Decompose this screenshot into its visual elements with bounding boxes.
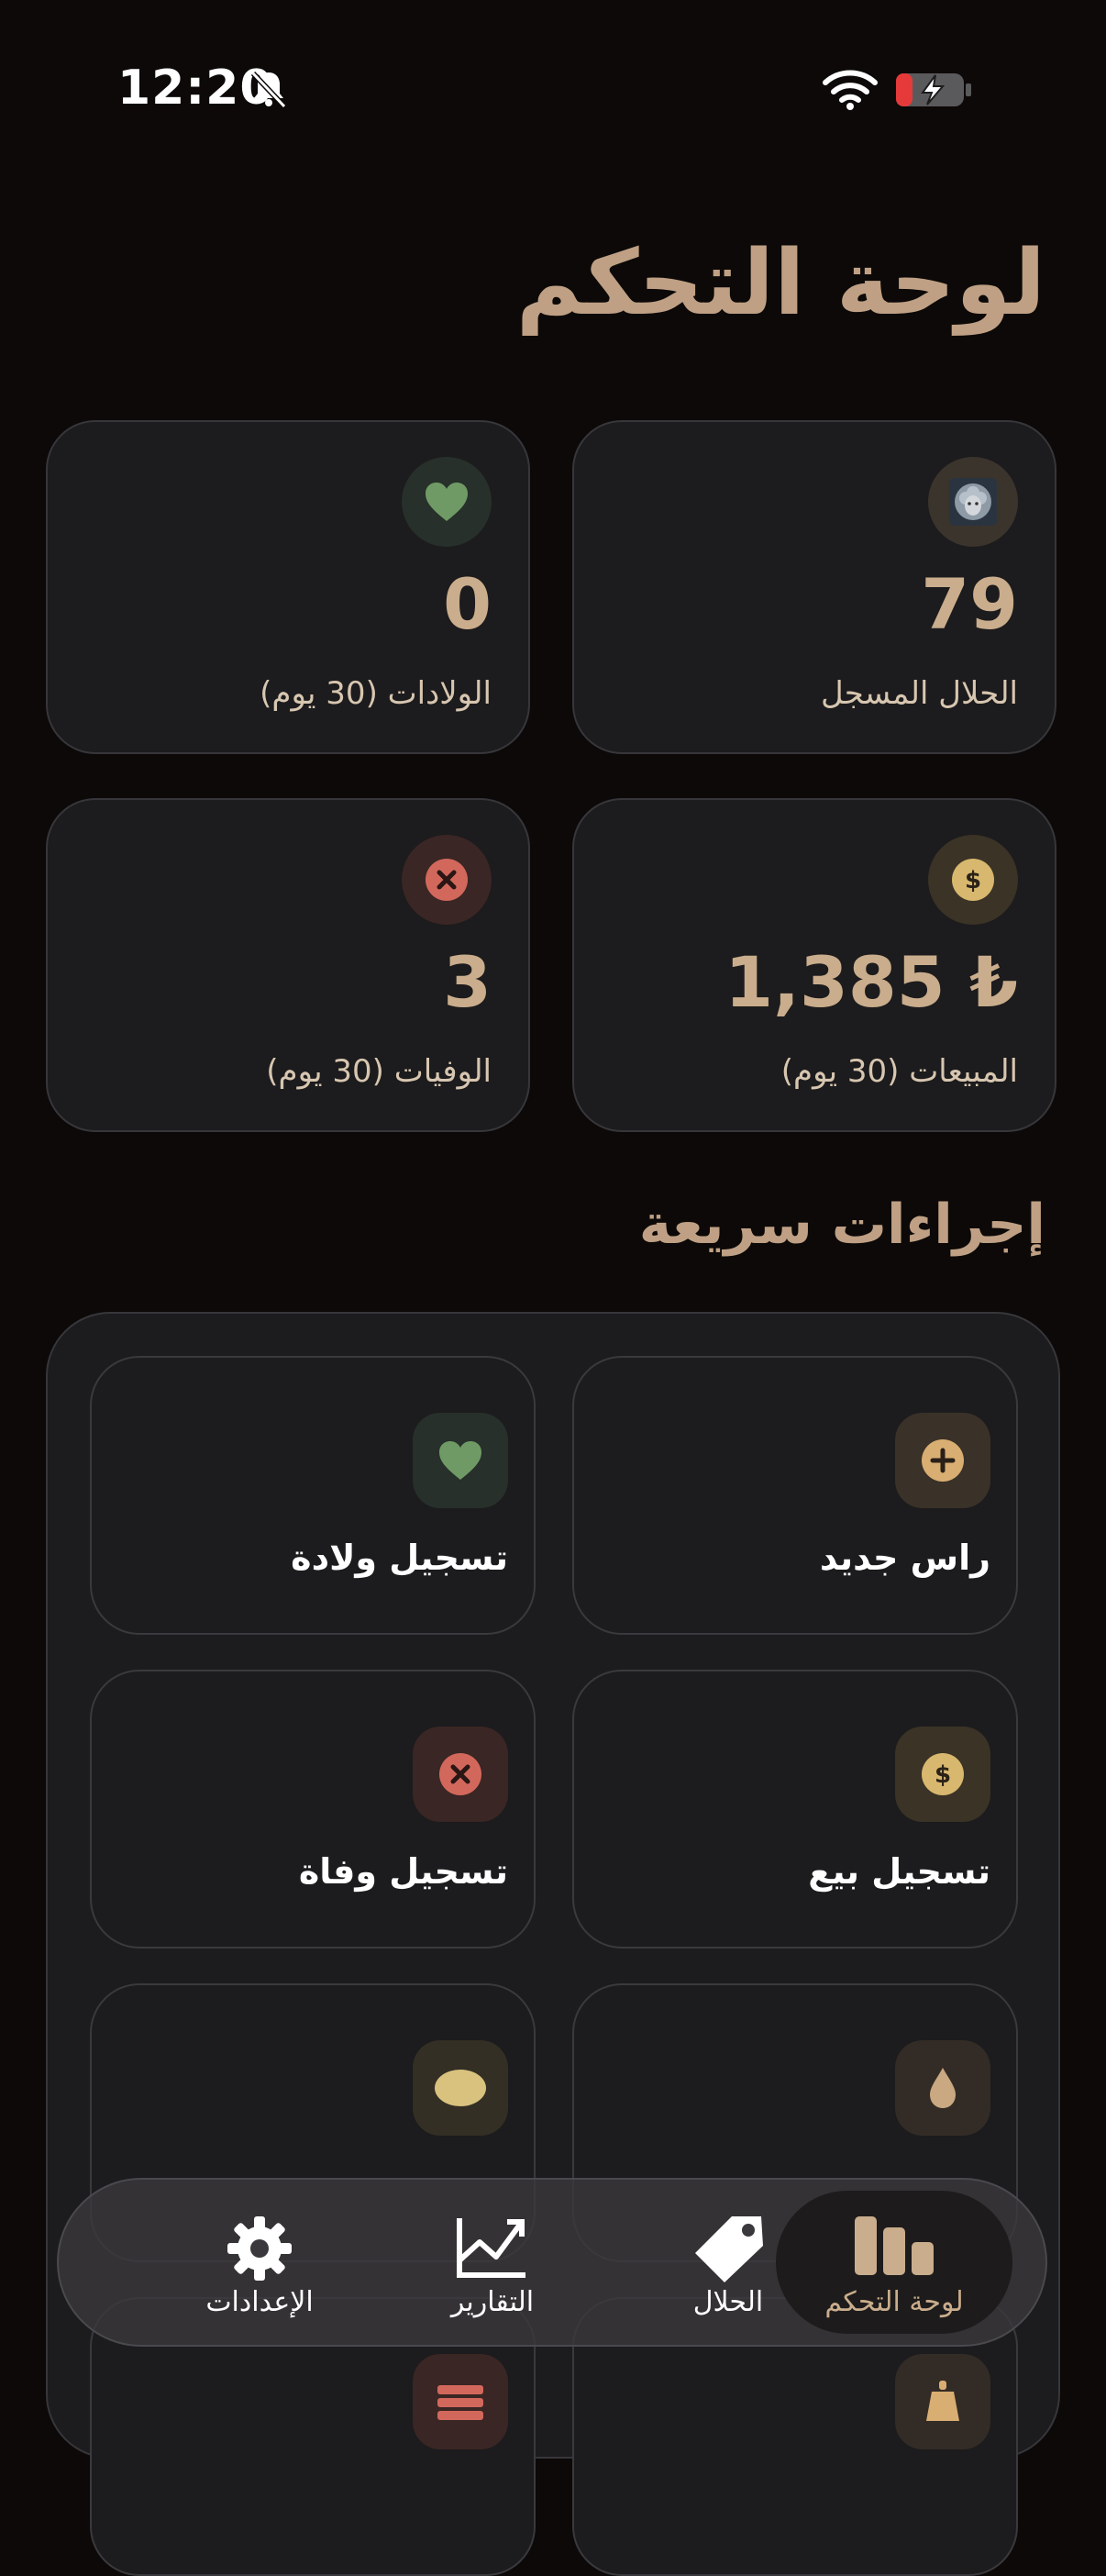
status-bar: 12:20: [0, 0, 1106, 183]
action-new-head-button[interactable]: راس جديد: [572, 1356, 1018, 1635]
heart-icon: [402, 457, 492, 547]
battery-charging-icon: [896, 73, 971, 106]
dashboard-icon: [855, 2216, 934, 2275]
ellipse-icon: [413, 2040, 508, 2136]
stat-value: 3: [443, 941, 492, 1023]
stat-label: الوفيات (30 يوم): [266, 1053, 492, 1090]
drop-icon: [895, 2040, 990, 2136]
stat-card-sales[interactable]: $ 1,385 ₺ المبيعات (30 يوم): [572, 798, 1056, 1132]
heart-icon: [413, 1413, 508, 1508]
dollar-icon: $: [895, 1727, 990, 1822]
chart-icon: [457, 2218, 525, 2278]
stat-card-deaths[interactable]: 3 الوفيات (30 يوم): [46, 798, 530, 1132]
svg-text:$: $: [935, 1761, 951, 1789]
nav-label: الإعدادات: [205, 2286, 314, 2318]
stat-label: المبيعات (30 يوم): [780, 1053, 1018, 1090]
bottom-nav: لوحة التحكم الحلال التقارير الإعدادات: [57, 2178, 1047, 2347]
close-icon: [402, 835, 492, 925]
list-icon: [413, 2354, 508, 2449]
stat-value: 1,385 ₺: [724, 941, 1018, 1023]
plus-icon: [895, 1413, 990, 1508]
action-record-sale-button[interactable]: $ تسجيل بيع: [572, 1670, 1018, 1949]
stat-value: 79: [921, 563, 1018, 645]
action-label: تسجيل ولادة: [291, 1538, 508, 1578]
nav-label: التقارير: [450, 2286, 535, 2318]
bell-muted-icon: [250, 71, 287, 109]
stat-card-livestock[interactable]: 79 الحلال المسجل: [572, 420, 1056, 754]
nav-label: الحلال: [692, 2286, 764, 2318]
bag-icon: [895, 2354, 990, 2449]
stat-label: الحلال المسجل: [820, 675, 1018, 712]
action-record-birth-button[interactable]: تسجيل ولادة: [90, 1356, 536, 1635]
nav-item-settings[interactable]: الإعدادات: [141, 2191, 378, 2334]
action-label: تسجيل وفاة: [298, 1851, 508, 1892]
section-title-quick-actions: إجراءات سريعة: [638, 1193, 1045, 1257]
dollar-icon: $: [928, 835, 1018, 925]
nav-item-reports[interactable]: التقارير: [374, 2191, 611, 2334]
action-label: راس جديد: [819, 1538, 990, 1578]
action-label: تسجيل بيع: [808, 1851, 990, 1892]
action-record-death-button[interactable]: تسجيل وفاة: [90, 1670, 536, 1949]
stat-card-births[interactable]: 0 الولادات (30 يوم): [46, 420, 530, 754]
stat-value: 0: [443, 563, 492, 645]
wifi-icon: [823, 70, 878, 110]
gear-icon: [227, 2216, 292, 2281]
stat-label: الولادات (30 يوم): [260, 675, 492, 712]
nav-item-livestock[interactable]: الحلال: [609, 2191, 847, 2334]
tag-icon: [695, 2216, 763, 2282]
page-title: لوحة التحكم: [515, 231, 1045, 336]
close-icon: [413, 1727, 508, 1822]
svg-text:$: $: [965, 867, 981, 894]
sheep-icon: [928, 457, 1018, 547]
